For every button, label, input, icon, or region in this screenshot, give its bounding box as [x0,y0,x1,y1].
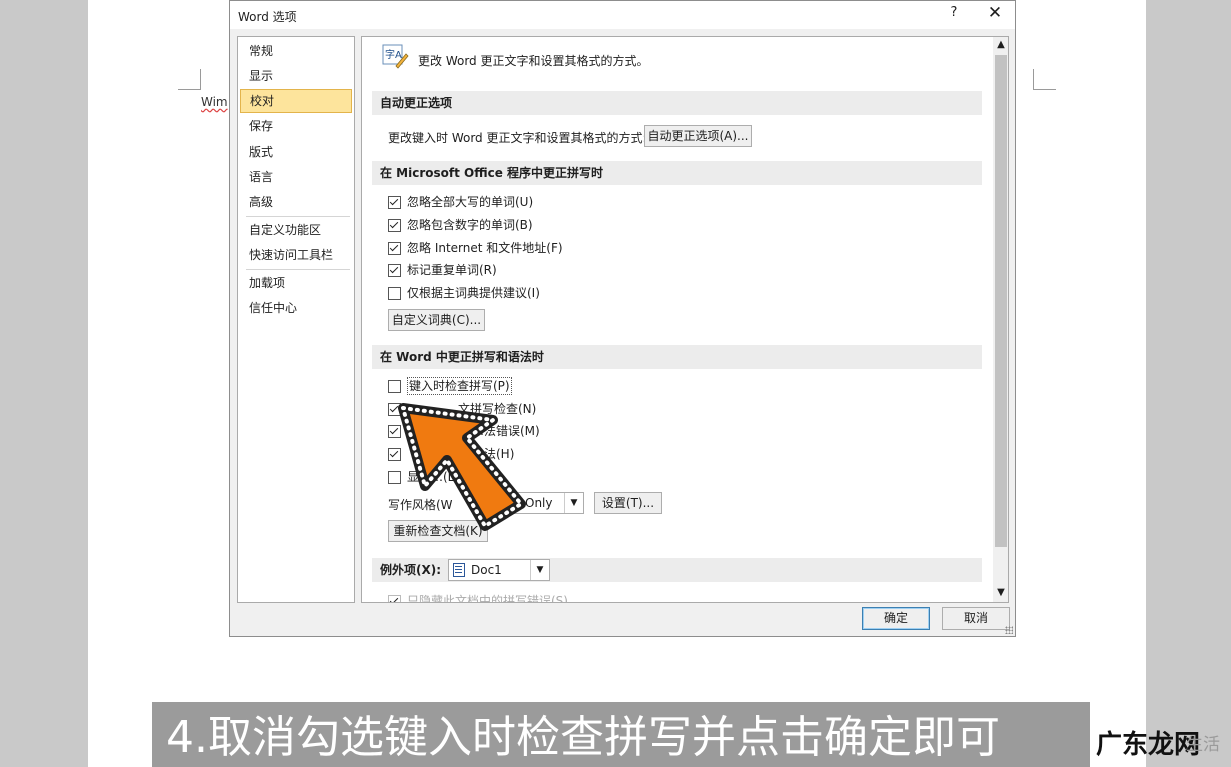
dialog-titlebar: Word 选项 ? ✕ [230,1,1015,29]
nav-item-layout[interactable]: 版式 [240,140,352,164]
checkbox[interactable] [388,287,401,300]
checkbox [388,595,401,602]
section-word-spelling: 在 Word 中更正拼写和语法时 [372,345,982,369]
ok-button[interactable]: 确定 [862,607,930,630]
checkbox[interactable] [388,196,401,209]
vertical-scrollbar[interactable]: ▲ ▼ [993,37,1008,602]
nav-divider [246,216,350,217]
checkbox[interactable] [388,242,401,255]
svg-text:字A: 字A [385,48,402,61]
page-margin-corner-left [178,69,201,90]
pointer-arrow-icon [398,403,526,531]
word-document-icon [453,563,465,577]
proofing-abc-icon: 字A [382,44,409,69]
exceptions-document-select[interactable]: Doc1 ▼ [448,559,550,581]
document-text: Wim [201,95,228,109]
option-label: 忽略 Internet 和文件地址(F) [407,241,563,255]
settings-button[interactable]: 设置(T)... [594,492,662,514]
caption-text: 4.取消勾选键入时检查拼写并点击确定即可 [166,712,1000,763]
option-label: 仅根据主词典提供建议(I) [407,286,540,300]
option-label: 标记重复单词(R) [407,263,497,277]
exceptions-label: 例外项(X): [380,563,442,577]
dialog-title: Word 选项 [238,10,297,24]
autocorrect-options-button[interactable]: 自动更正选项(A)... [644,125,752,147]
close-button[interactable]: ✕ [985,3,1005,23]
checkbox[interactable] [388,380,401,393]
scroll-thumb[interactable] [995,55,1007,547]
proofing-header-text: 更改 Word 更正文字和设置其格式的方式。 [418,54,649,68]
nav-item-save[interactable]: 保存 [240,114,352,138]
autocorrect-label: 更改键入时 Word 更正文字和设置其格式的方式: [388,131,647,145]
custom-dictionaries-button[interactable]: 自定义词典(C)... [388,309,485,331]
page-margin-corner-right [1033,69,1056,90]
word-options-dialog: Word 选项 ? ✕ 常规 显示 校对 保存 版式 语言 高级 自定义功能区 … [229,0,1016,637]
nav-item-addins[interactable]: 加载项 [240,271,352,295]
nav-item-quick-access-toolbar[interactable]: 快速访问工具栏 [240,243,352,267]
scroll-down-icon[interactable]: ▼ [993,587,1008,601]
exceptions-document-name: Doc1 [471,563,502,577]
nav-divider [246,269,350,270]
section-autocorrect: 自动更正选项 [372,91,982,115]
options-nav: 常规 显示 校对 保存 版式 语言 高级 自定义功能区 快速访问工具栏 加载项 … [237,36,355,603]
scroll-up-icon[interactable]: ▲ [993,39,1008,53]
checkbox[interactable] [388,219,401,232]
option-label: 忽略包含数字的单词(B) [407,218,533,232]
checkbox[interactable] [388,264,401,277]
nav-item-advanced[interactable]: 高级 [240,190,352,214]
watermark-subtext: 生活 [1186,735,1220,755]
chevron-down-icon: ▼ [530,560,549,580]
nav-item-language[interactable]: 语言 [240,165,352,189]
option-label: 键入时检查拼写(P) [407,377,512,395]
option-label: 只隐藏此文档中的拼写错误(S) [407,594,568,603]
help-button[interactable]: ? [945,5,963,23]
nav-item-customize-ribbon[interactable]: 自定义功能区 [240,218,352,242]
cancel-button[interactable]: 取消 [942,607,1010,630]
option-label: 忽略全部大写的单词(U) [407,195,534,209]
nav-item-trust-center[interactable]: 信任中心 [240,296,352,320]
resize-grip-icon[interactable] [1005,626,1013,634]
nav-item-display[interactable]: 显示 [240,64,352,88]
nav-item-proofing[interactable]: 校对 [240,89,352,113]
section-office-spelling: 在 Microsoft Office 程序中更正拼写时 [372,161,982,185]
instruction-caption: 4.取消勾选键入时检查拼写并点击确定即可 [152,702,1090,767]
watermark-logo: 广东龙网 [1096,730,1201,760]
nav-item-general[interactable]: 常规 [240,39,352,63]
